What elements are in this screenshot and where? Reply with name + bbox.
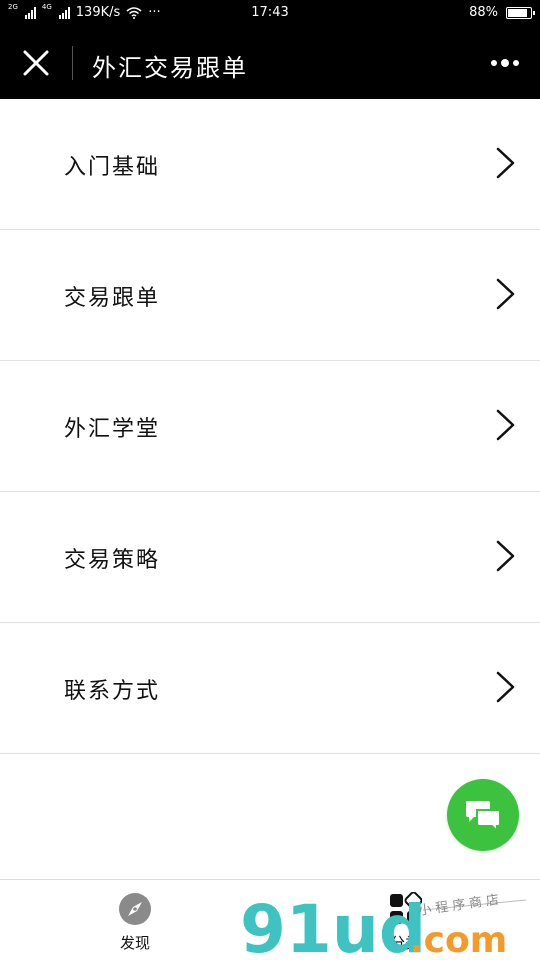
chevron-right-icon [496,671,515,703]
status-bar: 2G 4G 139K/s ··· 17:43 88% [0,0,540,28]
tab-discover[interactable]: 发现 [0,880,270,960]
chevron-right-icon [496,278,515,310]
category-icon [390,892,422,924]
screen: 2G 4G 139K/s ··· 17:43 88% 外汇交易跟单 入门基础 交… [0,0,540,960]
more-button[interactable] [488,50,522,76]
more-icon-dot [513,60,519,66]
menu-item-label: 联系方式 [64,679,161,704]
menu-item-label: 入门基础 [64,155,161,180]
menu-item-label: 交易策略 [64,548,161,573]
more-icon-dot [491,60,497,66]
compass-icon [119,893,151,925]
close-icon [23,50,49,76]
menu-list: 入门基础 交易跟单 外汇学堂 交易策略 联系方式 [0,99,540,754]
battery-percent: 88% [469,5,498,20]
close-button[interactable] [18,45,54,81]
title-divider [72,46,73,80]
menu-item-basics[interactable]: 入门基础 [0,99,540,230]
more-icon-dot-center [501,59,509,67]
status-right: 88% [469,5,535,20]
menu-item-forex-school[interactable]: 外汇学堂 [0,361,540,492]
menu-item-copy-trading[interactable]: 交易跟单 [0,230,540,361]
clock: 17:43 [251,5,289,20]
battery-icon [506,6,535,19]
tab-label: 发现 [119,934,150,952]
title-bar: 外汇交易跟单 [0,28,540,99]
tab-bar: 发现 分类 [0,879,540,960]
tab-label: 分类 [389,934,420,952]
page-title: 外汇交易跟单 [92,54,248,82]
menu-item-label: 交易跟单 [64,286,161,311]
menu-item-contact[interactable]: 联系方式 [0,623,540,754]
chevron-right-icon [496,147,515,179]
chat-bubbles-icon [466,801,501,832]
chevron-right-icon [496,409,515,441]
tab-category[interactable]: 分类 [270,880,540,960]
chevron-right-icon [496,540,515,572]
chat-button[interactable] [447,779,519,851]
menu-item-strategy[interactable]: 交易策略 [0,492,540,623]
menu-item-label: 外汇学堂 [64,417,161,442]
